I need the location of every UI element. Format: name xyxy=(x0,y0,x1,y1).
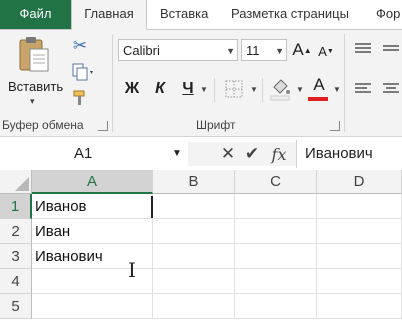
formula-input[interactable]: Иванович xyxy=(296,140,402,168)
underline-button[interactable]: Ч xyxy=(178,78,198,100)
font-name-value: Calibri xyxy=(123,43,160,58)
tab-formulas[interactable]: Фор xyxy=(376,0,400,29)
chevron-down-icon[interactable]: ▼ xyxy=(172,142,182,166)
paste-icon[interactable] xyxy=(14,34,54,76)
cancel-icon[interactable]: ✕ xyxy=(218,143,238,165)
text-cursor-icon: I xyxy=(128,258,136,282)
cell-b5[interactable] xyxy=(153,294,235,319)
cell-a1[interactable]: Иванов xyxy=(32,194,153,219)
copy-icon[interactable] xyxy=(70,62,96,82)
name-box[interactable]: A1 ▼ xyxy=(0,142,182,166)
font-size-value: 11 xyxy=(246,43,260,58)
align-left-icon[interactable] xyxy=(352,80,374,98)
chevron-down-icon[interactable]: ▼ xyxy=(296,85,304,94)
tab-insert[interactable]: Вставка xyxy=(160,0,208,29)
font-name-select[interactable]: Calibri ▼ xyxy=(118,39,238,61)
group-divider xyxy=(344,34,345,132)
tab-home[interactable]: Главная xyxy=(71,0,147,30)
chevron-down-icon: ▼ xyxy=(226,46,235,56)
cell-c5[interactable] xyxy=(235,294,317,319)
worksheet-grid: A B C D 1 2 3 4 5 Иванов Иван Иванович I xyxy=(0,170,402,320)
tab-page-layout[interactable]: Разметка страницы xyxy=(231,0,349,29)
group-divider xyxy=(112,34,113,132)
italic-button[interactable]: К xyxy=(150,78,170,100)
column-header-b[interactable]: B xyxy=(153,170,235,194)
cell-d1[interactable] xyxy=(317,194,402,219)
clipboard-group-label: Буфер обмена xyxy=(2,118,84,132)
column-header-a[interactable]: A xyxy=(32,170,153,194)
row-header-5[interactable]: 5 xyxy=(0,294,32,319)
format-painter-icon[interactable] xyxy=(70,88,90,108)
row-header-4[interactable]: 4 xyxy=(0,269,32,294)
row-header-3[interactable]: 3 xyxy=(0,244,32,269)
chevron-down-icon[interactable]: ▼ xyxy=(200,85,208,94)
group-divider xyxy=(262,78,263,102)
align-center-icon[interactable] xyxy=(380,80,402,98)
row-header-1[interactable]: 1 xyxy=(0,194,32,219)
enter-icon[interactable]: ✔ xyxy=(242,143,262,165)
chevron-down-icon: ▼ xyxy=(275,46,284,56)
column-header-d[interactable]: D xyxy=(317,170,402,194)
decrease-font-size-icon[interactable]: A ▼ xyxy=(316,40,336,62)
column-header-c[interactable]: C xyxy=(235,170,317,194)
bold-button[interactable]: Ж xyxy=(122,78,142,100)
active-cell-border xyxy=(151,196,153,218)
cell-c4[interactable] xyxy=(235,269,317,294)
tab-file[interactable]: Файл xyxy=(0,0,71,29)
borders-icon[interactable] xyxy=(223,79,245,99)
row-header-2[interactable]: 2 xyxy=(0,219,32,244)
font-size-select[interactable]: 11 ▼ xyxy=(241,39,287,61)
paste-button[interactable]: Вставить xyxy=(8,79,63,94)
name-box-value: A1 xyxy=(74,145,93,162)
cell-b3[interactable] xyxy=(153,244,235,269)
group-divider xyxy=(214,78,215,102)
cell-d2[interactable] xyxy=(317,219,402,244)
cell-a5[interactable] xyxy=(32,294,153,319)
clipboard-launcher-icon[interactable] xyxy=(98,121,108,131)
font-group-label: Шрифт xyxy=(196,118,236,132)
cut-icon[interactable]: ✂ xyxy=(70,36,90,56)
ribbon-home: Вставить ▾ ✂ Буфер обмена Calibri ▼ 11 ▼… xyxy=(0,30,402,137)
font-color-swatch xyxy=(308,97,328,101)
fill-color-icon[interactable] xyxy=(268,76,292,102)
chevron-down-icon[interactable]: ▼ xyxy=(333,85,341,94)
cell-d3[interactable] xyxy=(317,244,402,269)
cell-d5[interactable] xyxy=(317,294,402,319)
cell-b4[interactable] xyxy=(153,269,235,294)
formula-bar-buttons: ✕ ✔ fx xyxy=(188,142,296,166)
insert-function-button[interactable]: fx xyxy=(268,143,290,165)
chevron-down-icon[interactable]: ▼ xyxy=(250,85,258,94)
cell-d4[interactable] xyxy=(317,269,402,294)
align-middle-icon[interactable] xyxy=(380,40,402,58)
chevron-down-icon[interactable]: ▾ xyxy=(30,96,35,107)
cell-a2[interactable]: Иван xyxy=(32,219,153,244)
cell-c3[interactable] xyxy=(235,244,317,269)
align-top-icon[interactable] xyxy=(352,40,374,58)
cell-b1[interactable] xyxy=(153,194,235,219)
increase-font-size-icon[interactable]: A ▲ xyxy=(292,38,312,62)
cell-c1[interactable] xyxy=(235,194,317,219)
ribbon-tab-bar: Файл Главная Вставка Разметка страницы Ф… xyxy=(0,0,402,30)
select-all-corner[interactable] xyxy=(0,170,32,194)
font-launcher-icon[interactable] xyxy=(330,121,340,131)
cell-b2[interactable] xyxy=(153,219,235,244)
cell-c2[interactable] xyxy=(235,219,317,244)
font-color-icon[interactable]: A xyxy=(308,74,330,96)
